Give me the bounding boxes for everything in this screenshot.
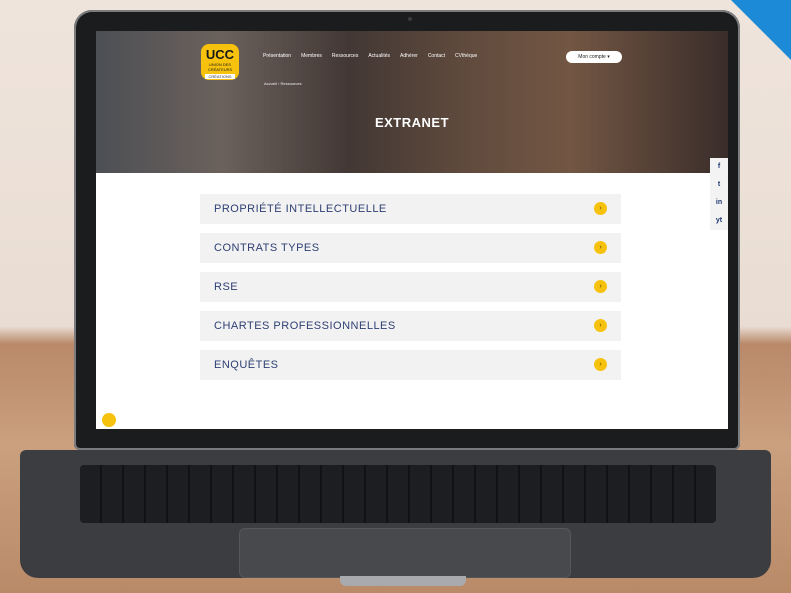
list-item-label: ENQUÊTES [214,359,279,371]
chevron-right-icon: › [594,202,607,215]
facebook-icon[interactable]: f [710,158,728,176]
social-bar: f t in yt [710,158,728,230]
logo-tag-text: CRÉATIONS [205,74,235,79]
chevron-right-icon: › [594,358,607,371]
chevron-right-icon: › [594,319,607,332]
list-item-label: PROPRIÉTÉ INTELLECTUELLE [214,203,387,215]
corner-decoration [731,0,791,60]
twitter-icon[interactable]: t [710,176,728,194]
list-item-label: CHARTES PROFESSIONNELLES [214,320,396,332]
account-button-label: Mon compte [578,54,606,60]
logo-main-text: UCC [205,47,235,62]
nav-item-actualites[interactable]: Actualités [368,53,390,59]
nav-item-membres[interactable]: Membres [301,53,322,59]
nav-item-adherer[interactable]: Adhérer [400,53,418,59]
list-item-rse[interactable]: RSE › [200,272,621,302]
logo-sub-text: UNION DES CRÉATEURS [207,62,233,72]
camera-icon [408,17,412,21]
laptop-notch [340,576,466,586]
list-item-contrats-types[interactable]: CONTRATS TYPES › [200,233,621,263]
keyboard [80,465,716,523]
list-item-enquetes[interactable]: ENQUÊTES › [200,350,621,380]
list-item-chartes-professionnelles[interactable]: CHARTES PROFESSIONNELLES › [200,311,621,341]
chevron-right-icon: › [594,241,607,254]
main-nav: Présentation Membres Ressources Actualit… [263,53,477,59]
site-logo[interactable]: UCC UNION DES CRÉATEURS CRÉATIONS [201,44,239,80]
nav-item-cvtheque[interactable]: CVthèque [455,53,477,59]
chevron-down-icon: ▾ [607,54,610,60]
touchpad [239,528,571,578]
breadcrumb: Accueil › Ressources [264,81,302,86]
nav-item-presentation[interactable]: Présentation [263,53,291,59]
chat-icon[interactable] [102,413,116,427]
chevron-right-icon: › [594,280,607,293]
list-item-label: RSE [214,281,239,293]
nav-item-ressources[interactable]: Ressources [332,53,358,59]
youtube-icon[interactable]: yt [710,212,728,230]
page-title: EXTRANET [374,115,450,130]
list-item-propriete-intellectuelle[interactable]: PROPRIÉTÉ INTELLECTUELLE › [200,194,621,224]
linkedin-icon[interactable]: in [710,194,728,212]
resource-list: PROPRIÉTÉ INTELLECTUELLE › CONTRATS TYPE… [200,194,621,389]
list-item-label: CONTRATS TYPES [214,242,320,254]
account-button[interactable]: Mon compte ▾ [566,51,622,63]
laptop-screen: UCC UNION DES CRÉATEURS CRÉATIONS Présen… [96,31,728,429]
nav-item-contact[interactable]: Contact [428,53,445,59]
